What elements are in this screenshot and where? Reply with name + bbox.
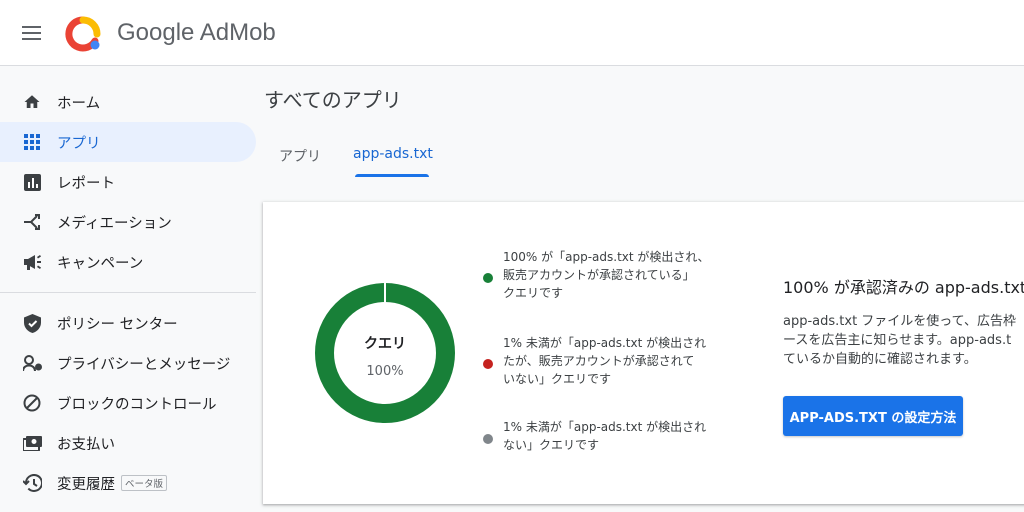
donut-ring-approved: [315, 283, 455, 423]
setup-app-ads-txt-button[interactable]: APP-ADS.TXT の設定方法: [783, 396, 963, 436]
sidebar-item-apps[interactable]: アプリ: [0, 122, 256, 162]
sidebar-item-label: プライバシーとメッセージ: [57, 356, 231, 373]
mediation-icon: [22, 212, 42, 232]
sidebar-item-label: ブロックのコントロール: [57, 396, 217, 413]
donut-title: クエリ: [364, 336, 406, 352]
payments-icon: [22, 433, 42, 453]
donut-percent: 100%: [366, 364, 404, 379]
legend-dot-gray: [483, 434, 493, 444]
sidebar-item-reports[interactable]: レポート: [0, 162, 256, 202]
queries-donut-chart: [315, 282, 455, 423]
tab-app-ads-txt[interactable]: app-ads.txt: [353, 146, 433, 162]
legend-dot-green: [483, 273, 493, 283]
sidebar-item-label: お支払い: [57, 436, 115, 453]
shield-icon: [22, 313, 42, 333]
brand-name[interactable]: Google AdMob: [117, 19, 276, 47]
summary-description: app-ads.txt ファイルを使って、広告枠 ースを広告主に知らせます。ap…: [783, 314, 1017, 367]
admob-logo-icon[interactable]: [64, 15, 102, 53]
legend-text: 1% 未満が「app-ads.txt が検出され たが、販売アカウントが承認され…: [503, 336, 707, 386]
sidebar-item-label: アプリ: [57, 135, 101, 152]
summary-title: 100% が承認済みの app-ads.txt: [783, 278, 1024, 297]
privacy-icon: [22, 353, 42, 373]
hamburger-menu-icon[interactable]: [18, 21, 46, 45]
sidebar-item-text: 変更履歴: [57, 476, 115, 493]
active-tab-indicator: [355, 174, 429, 177]
sidebar-item-label: レポート: [57, 175, 115, 192]
sidebar-item-label: ポリシー センター: [57, 316, 178, 333]
sidebar-item-label: 変更履歴 ベータ版: [57, 473, 168, 494]
sidebar-item-privacy-messaging[interactable]: プライバシーとメッセージ: [0, 343, 256, 383]
legend-text: 1% 未満が「app-ads.txt が検出され ない」クエリです: [503, 420, 707, 452]
beta-badge: ベータ版: [121, 474, 168, 491]
sidebar-divider: [0, 292, 256, 293]
sidebar-item-mediation[interactable]: メディエーション: [0, 202, 256, 242]
legend-dot-red: [483, 359, 493, 369]
tab-apps[interactable]: アプリ: [279, 146, 321, 166]
legend-text: 100% が「app-ads.txt が検出され、 販売アカウントが承認されてい…: [503, 250, 710, 300]
sidebar-item-label: キャンペーン: [57, 255, 144, 272]
home-icon: [22, 92, 42, 112]
sidebar-item-label: ホーム: [57, 95, 101, 112]
report-icon: [22, 172, 42, 192]
history-icon: [22, 473, 42, 493]
campaign-icon: [22, 252, 42, 272]
apps-grid-icon: [22, 132, 42, 152]
sidebar-item-home[interactable]: ホーム: [0, 82, 256, 122]
sidebar-item-policy-center[interactable]: ポリシー センター: [0, 303, 256, 343]
app-ads-txt-summary-card: クエリ 100% 100% が「app-ads.txt が検出され、 販売アカウ…: [263, 202, 1024, 504]
sidebar-item-label: メディエーション: [57, 215, 172, 232]
page-title: すべてのアプリ: [264, 88, 402, 112]
sidebar-item-change-history[interactable]: 変更履歴 ベータ版: [0, 463, 256, 503]
top-app-bar: Google AdMob: [0, 0, 1024, 66]
sidebar-item-payments[interactable]: お支払い: [0, 423, 256, 463]
sidebar-item-campaigns[interactable]: キャンペーン: [0, 242, 256, 282]
sidebar-nav: ホーム アプリ レポート メディエーション キャンペーン ポリシー センター プ…: [0, 66, 262, 512]
block-icon: [22, 393, 42, 413]
sidebar-item-blocking-controls[interactable]: ブロックのコントロール: [0, 383, 256, 423]
